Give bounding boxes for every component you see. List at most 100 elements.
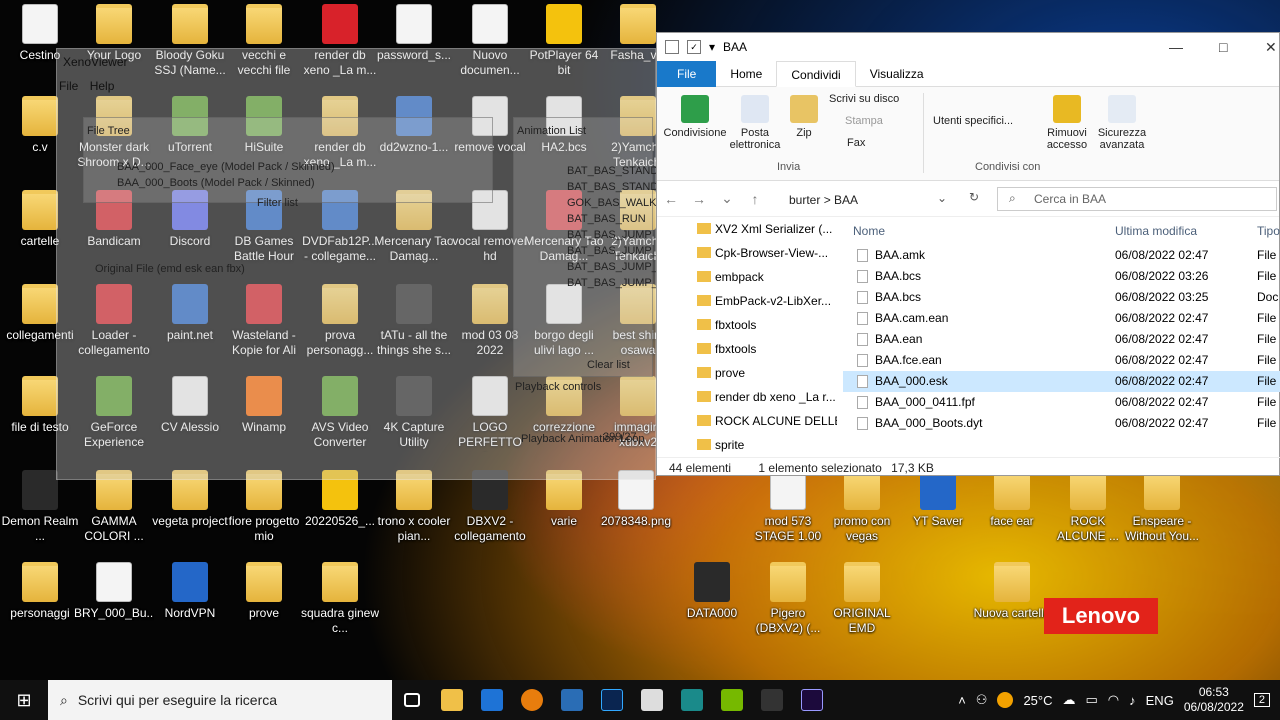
battery-icon[interactable]: ▭ bbox=[1086, 692, 1098, 708]
xenoviewer-window[interactable]: XenoViewer File Help File Tree BAA_000_F… bbox=[56, 48, 681, 480]
share-button[interactable]: Condivisione bbox=[661, 95, 729, 139]
nav-item[interactable]: fbxtools bbox=[657, 313, 837, 337]
tab-share[interactable]: Condividi bbox=[776, 60, 856, 87]
desktop-icon[interactable]: Demon Realm ... bbox=[0, 470, 80, 544]
notification-icon[interactable]: 2 bbox=[1253, 693, 1270, 707]
tab-view[interactable]: Visualizza bbox=[856, 61, 938, 87]
desktop-icon[interactable]: ORIGINAL EMD bbox=[822, 562, 902, 636]
temperature[interactable]: 25°C bbox=[1023, 693, 1052, 708]
nav-item[interactable]: prove bbox=[657, 361, 837, 385]
xv2-tool-icon[interactable] bbox=[632, 680, 672, 720]
desktop-icon[interactable]: Nuova cartella bbox=[972, 562, 1052, 621]
desktop-icon[interactable]: trono x cooler pian... bbox=[374, 470, 454, 544]
column-modified[interactable]: Ultima modifica bbox=[1115, 217, 1197, 245]
file-row[interactable]: BAA.cam.ean 06/08/2022 02:47 File bbox=[843, 308, 1280, 329]
desktop-icon[interactable]: DATA000 bbox=[672, 562, 752, 621]
email-button[interactable]: Posta elettronica bbox=[727, 95, 783, 151]
dropdown-icon[interactable]: ▾ bbox=[709, 40, 715, 54]
nav-item[interactable]: ROCK ALCUNE DELLE... bbox=[657, 409, 837, 433]
filter-list-label[interactable]: Filter list bbox=[257, 197, 298, 209]
animation-item[interactable]: BAT_BAS_STAND bbox=[567, 165, 658, 177]
nav-item[interactable]: Cpk-Browser-View-... bbox=[657, 241, 837, 265]
desktop-icon[interactable]: promo con vegas bbox=[822, 470, 902, 544]
file-explorer-window[interactable]: ✓ ▾ BAA — □ ✕ File Home Condividi Visual… bbox=[656, 32, 1280, 476]
animation-item[interactable]: GOK_BAS_WALK bbox=[567, 197, 656, 209]
nav-item[interactable]: render db xeno _La r... bbox=[657, 385, 837, 409]
desktop-icon[interactable]: prove bbox=[224, 562, 304, 621]
tree-item[interactable]: BAA_000_Face_eye (Model Pack / Skinned) bbox=[117, 161, 335, 173]
tab-home[interactable]: Home bbox=[716, 61, 776, 87]
mail-icon[interactable] bbox=[472, 680, 512, 720]
task-view-icon[interactable] bbox=[392, 680, 432, 720]
recent-dropdown-icon[interactable]: ⌄ bbox=[713, 190, 741, 207]
people-icon[interactable]: ⚇ bbox=[976, 692, 988, 708]
taskbar-search[interactable]: ⌕ Scrivi qui per eseguire la ricerca bbox=[48, 680, 392, 720]
search-input[interactable]: Cerca in BAA bbox=[997, 187, 1277, 211]
chevron-up-icon[interactable]: ˄ bbox=[958, 693, 966, 708]
forward-arrow-icon[interactable]: → bbox=[685, 191, 713, 207]
blender-icon[interactable] bbox=[512, 680, 552, 720]
kdenlive-icon[interactable] bbox=[752, 680, 792, 720]
nvidia-icon[interactable] bbox=[712, 680, 752, 720]
visual-studio-icon[interactable] bbox=[552, 680, 592, 720]
desktop-icon[interactable]: fiore progetto mio bbox=[224, 470, 304, 544]
nav-item[interactable]: fbxtools bbox=[657, 337, 837, 361]
animation-item[interactable]: BAT_BAS_RUN bbox=[567, 213, 646, 225]
burn-disc-button[interactable]: Scrivi su disco bbox=[829, 93, 899, 105]
column-name[interactable]: Nome bbox=[853, 217, 885, 245]
desktop-icon[interactable]: personaggi bbox=[0, 562, 80, 621]
nav-item[interactable]: embpack bbox=[657, 265, 837, 289]
menu-file[interactable]: File bbox=[59, 79, 78, 93]
desktop-icon[interactable]: YT Saver bbox=[898, 470, 978, 529]
minimize-icon[interactable]: — bbox=[1169, 39, 1183, 55]
desktop-icon[interactable]: mod 573 STAGE 1.00 bbox=[748, 470, 828, 544]
3ds-max-icon[interactable] bbox=[672, 680, 712, 720]
checkmark-icon[interactable]: ✓ bbox=[687, 40, 701, 54]
file-row[interactable]: BAA.ean 06/08/2022 02:47 File bbox=[843, 329, 1280, 350]
clear-list-button[interactable]: Clear list bbox=[587, 359, 630, 371]
zip-button[interactable]: Zip bbox=[787, 95, 821, 139]
refresh-icon[interactable]: ↻ bbox=[969, 190, 979, 204]
desktop-icon[interactable]: GAMMA COLORI ... bbox=[74, 470, 154, 544]
nav-item[interactable]: sprite bbox=[657, 433, 837, 453]
file-row[interactable]: BAA.bcs 06/08/2022 03:26 File bbox=[843, 266, 1280, 287]
weather-icon[interactable] bbox=[997, 692, 1014, 708]
desktop-icon[interactable]: squadra ginew c... bbox=[300, 562, 380, 636]
specific-users-button[interactable]: Utenti specifici... bbox=[933, 115, 1013, 127]
cloud-icon[interactable]: ☁ bbox=[1063, 692, 1076, 708]
desktop-icon[interactable]: Pigero (DBXV2) (... bbox=[748, 562, 828, 636]
close-icon[interactable]: ✕ bbox=[1265, 39, 1277, 56]
tab-file[interactable]: File bbox=[657, 60, 717, 87]
remove-access-button[interactable]: Rimuovi accesso bbox=[1041, 95, 1093, 151]
print-button[interactable]: Stampa bbox=[845, 115, 883, 127]
file-row[interactable]: BAA_000_Boots.dyt 06/08/2022 02:47 File bbox=[843, 413, 1280, 434]
network-icon[interactable]: ◠ bbox=[1108, 692, 1119, 708]
file-row[interactable]: BAA.amk 06/08/2022 02:47 File bbox=[843, 245, 1280, 266]
nav-item[interactable]: XV2 Xml Serializer (... bbox=[657, 217, 837, 241]
maximize-icon[interactable]: □ bbox=[1219, 39, 1227, 55]
language[interactable]: ENG bbox=[1146, 693, 1174, 708]
tree-item[interactable]: BAA_000_Boots (Model Pack / Skinned) bbox=[117, 177, 315, 189]
desktop-icon[interactable]: DBXV2 - collegamento bbox=[450, 470, 530, 544]
volume-icon[interactable]: ♪ bbox=[1129, 693, 1136, 708]
photoshop-icon[interactable] bbox=[592, 680, 632, 720]
file-row[interactable]: BAA.bcs 06/08/2022 03:25 Doc bbox=[843, 287, 1280, 308]
file-row[interactable]: BAA.fce.ean 06/08/2022 02:47 File bbox=[843, 350, 1280, 371]
animation-item[interactable]: BAT_BAS_JUMP bbox=[567, 229, 652, 241]
desktop-icon[interactable]: Enspeare - Without You... bbox=[1122, 470, 1202, 544]
desktop-icon[interactable]: NordVPN bbox=[150, 562, 230, 621]
fax-button[interactable]: Fax bbox=[847, 137, 865, 149]
advanced-security-button[interactable]: Sicurezza avanzata bbox=[1095, 95, 1149, 151]
address-dropdown-icon[interactable]: ⌄ bbox=[937, 191, 947, 205]
nav-item[interactable]: EmbPack-v2-LibXer... bbox=[657, 289, 837, 313]
file-row[interactable]: BAA_000.esk 06/08/2022 02:47 File bbox=[843, 371, 1280, 392]
menu-help[interactable]: Help bbox=[90, 79, 115, 93]
windows-start-icon[interactable]: ⊞ bbox=[0, 680, 48, 720]
file-explorer-icon[interactable] bbox=[432, 680, 472, 720]
file-row[interactable]: BAA_000_0411.fpf 06/08/2022 02:47 File bbox=[843, 392, 1280, 413]
clock[interactable]: 06:53 06/08/2022 bbox=[1184, 685, 1244, 715]
desktop-icon[interactable]: ROCK ALCUNE ... bbox=[1048, 470, 1128, 544]
desktop-icon[interactable]: face ear bbox=[972, 470, 1052, 529]
back-arrow-icon[interactable]: ← bbox=[657, 191, 685, 207]
column-type[interactable]: Tipo bbox=[1257, 217, 1280, 245]
